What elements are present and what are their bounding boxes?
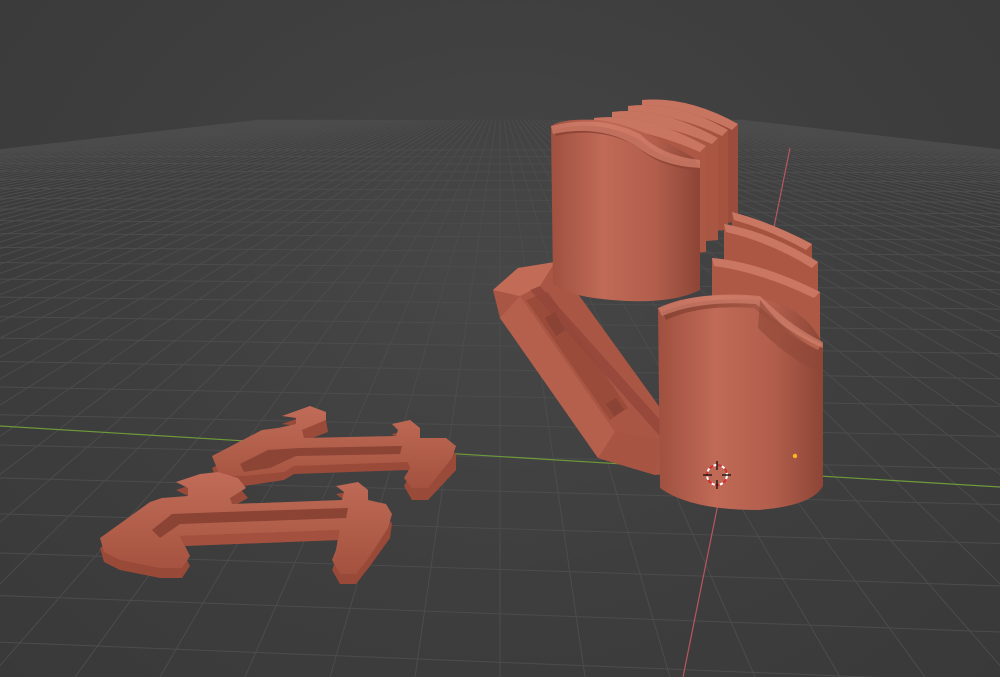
grid-line — [244, 119, 489, 677]
object-origin-dot — [792, 453, 798, 459]
grid-line — [0, 119, 393, 221]
grid-line — [0, 119, 345, 182]
grid-line — [0, 119, 469, 523]
grid-line — [414, 119, 497, 677]
large-cup-back[interactable] — [551, 99, 738, 302]
grid-line — [0, 119, 477, 667]
grid-line — [0, 119, 269, 153]
large-cup-front[interactable] — [658, 294, 823, 511]
grid-line — [74, 119, 481, 677]
grid-line — [0, 119, 449, 358]
grid-line — [0, 119, 441, 323]
grid-line — [0, 119, 281, 156]
grid-line — [0, 119, 461, 437]
floor-grid — [0, 119, 1000, 677]
grid-line — [0, 119, 409, 243]
viewport-canvas[interactable] — [0, 0, 1000, 677]
grid-line — [0, 119, 277, 155]
grid-line — [0, 119, 445, 339]
grid-line — [0, 119, 397, 226]
grid-line — [0, 119, 349, 184]
grid-line — [0, 119, 473, 585]
grid-line — [0, 119, 405, 237]
grid-line — [0, 119, 413, 250]
grid-line — [0, 119, 301, 162]
grid-line — [0, 119, 337, 177]
grid-line — [0, 119, 465, 476]
grid-line — [0, 119, 297, 161]
grid-line — [0, 119, 401, 231]
grid-line — [0, 155, 1000, 158]
3d-viewport[interactable] — [0, 0, 1000, 677]
h-clip-front[interactable] — [100, 472, 392, 584]
